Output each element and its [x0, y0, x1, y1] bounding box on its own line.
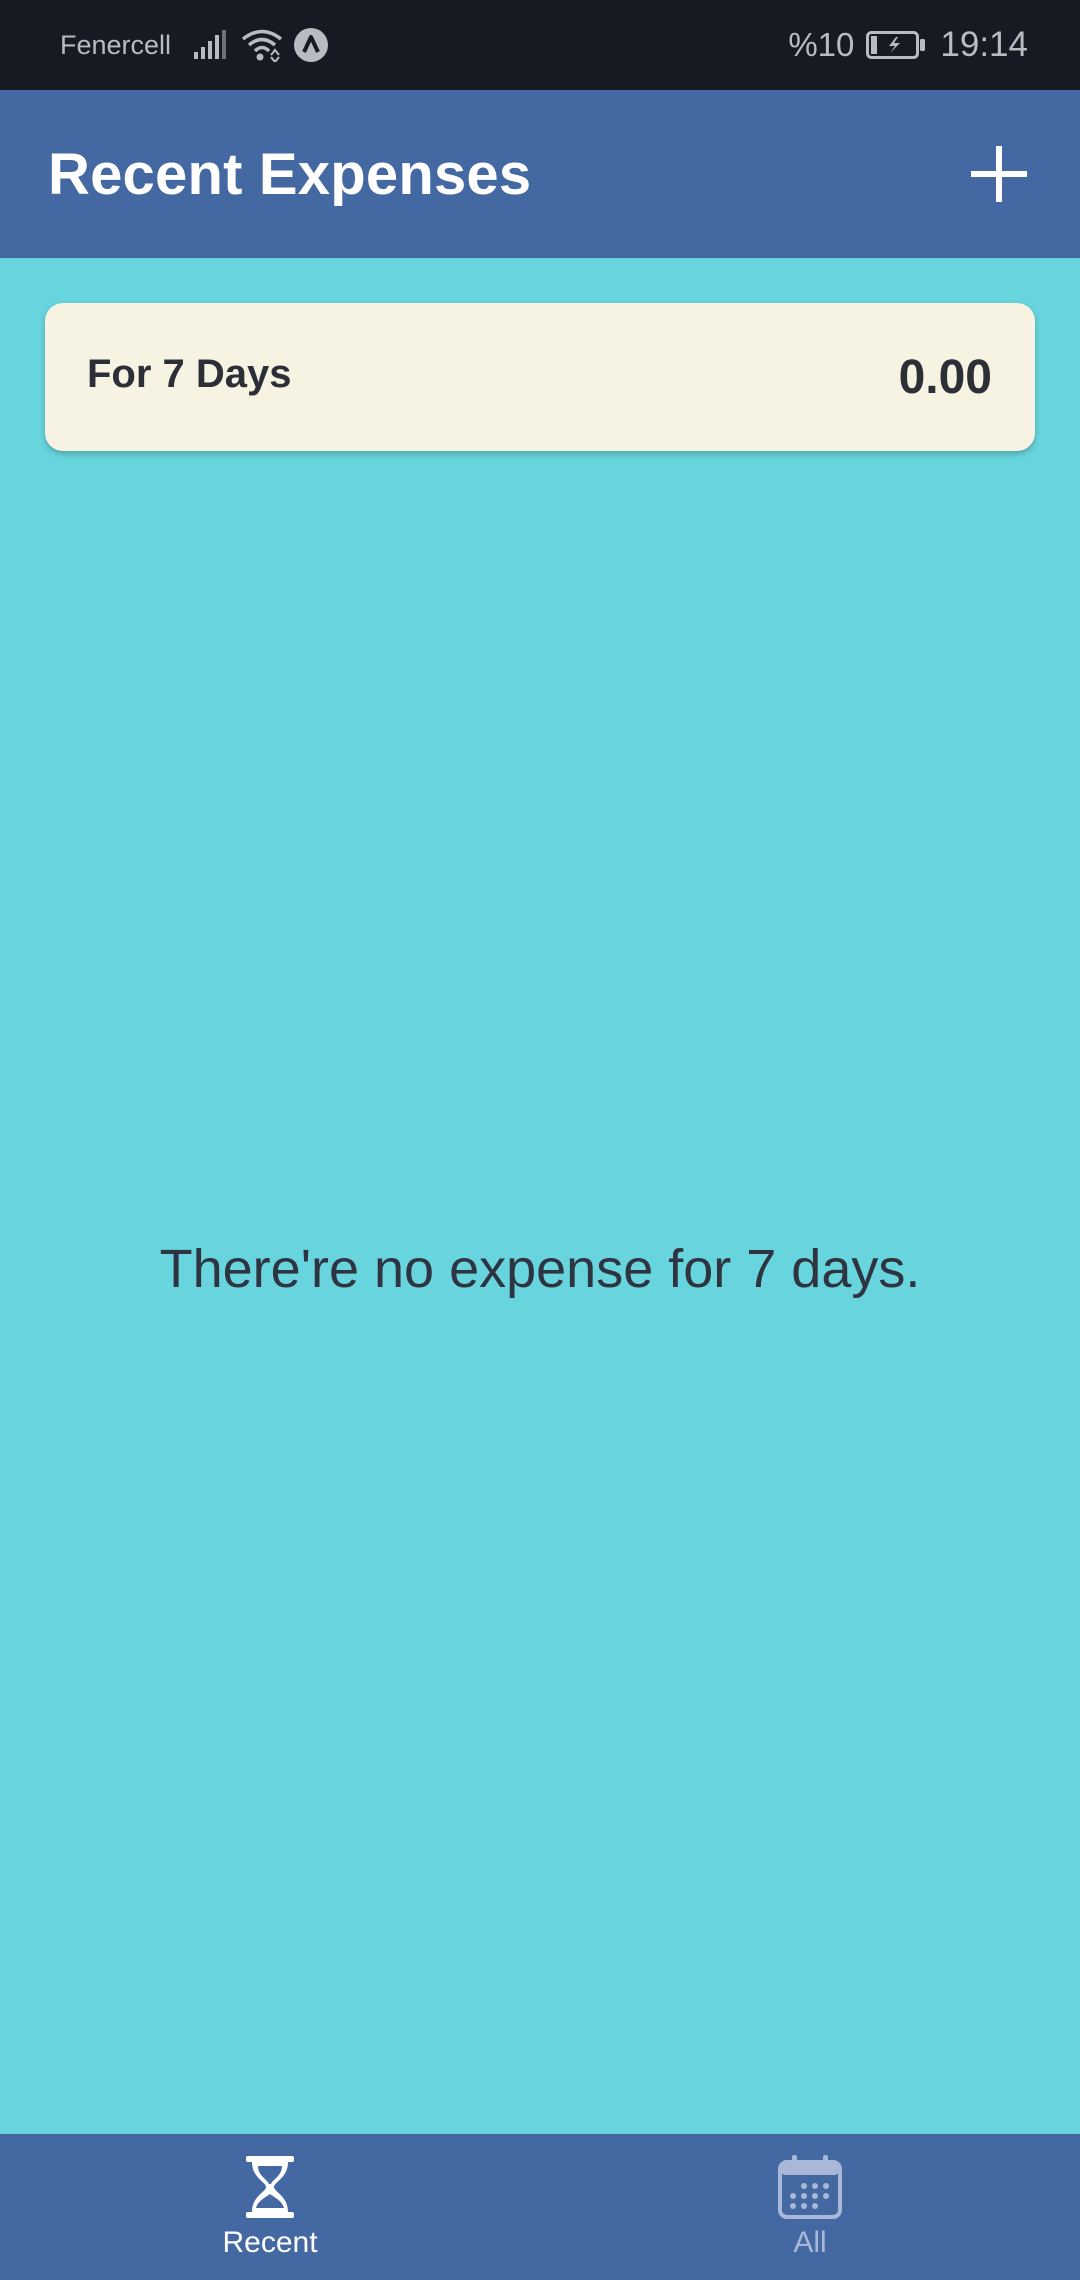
status-left: Fenercell: [60, 27, 329, 63]
status-right: %10 19:14: [788, 25, 1028, 65]
empty-state-message: There're no expense for 7 days.: [159, 1239, 921, 1299]
summary-period-label: For 7 Days: [87, 351, 292, 396]
clock: 19:14: [940, 25, 1028, 64]
battery-charging-icon: [866, 31, 926, 59]
tab-all-label: All: [793, 2226, 827, 2259]
tab-recent[interactable]: Recent: [0, 2134, 540, 2280]
bottom-navigation: Recent All: [0, 2134, 1080, 2280]
tab-recent-label: Recent: [222, 2226, 318, 2259]
summary-total-amount: 0.00: [898, 350, 992, 404]
summary-card: For 7 Days 0.00: [45, 303, 1035, 451]
calendar-icon: [778, 2155, 842, 2219]
battery-percent: %10: [788, 26, 855, 63]
wifi-icon: [241, 28, 283, 62]
status-bar: Fenercell %10 19:14: [0, 0, 1080, 90]
page-title: Recent Expenses: [48, 141, 532, 207]
carrier-name: Fenercell: [60, 29, 172, 60]
signal-icon: [193, 30, 229, 60]
vpn-icon: [293, 27, 329, 63]
hourglass-icon: [246, 2156, 294, 2218]
add-expense-button[interactable]: [964, 139, 1034, 209]
app-bar: Recent Expenses: [0, 90, 1080, 258]
tab-all[interactable]: All: [540, 2134, 1080, 2280]
plus-icon: [971, 146, 1027, 202]
